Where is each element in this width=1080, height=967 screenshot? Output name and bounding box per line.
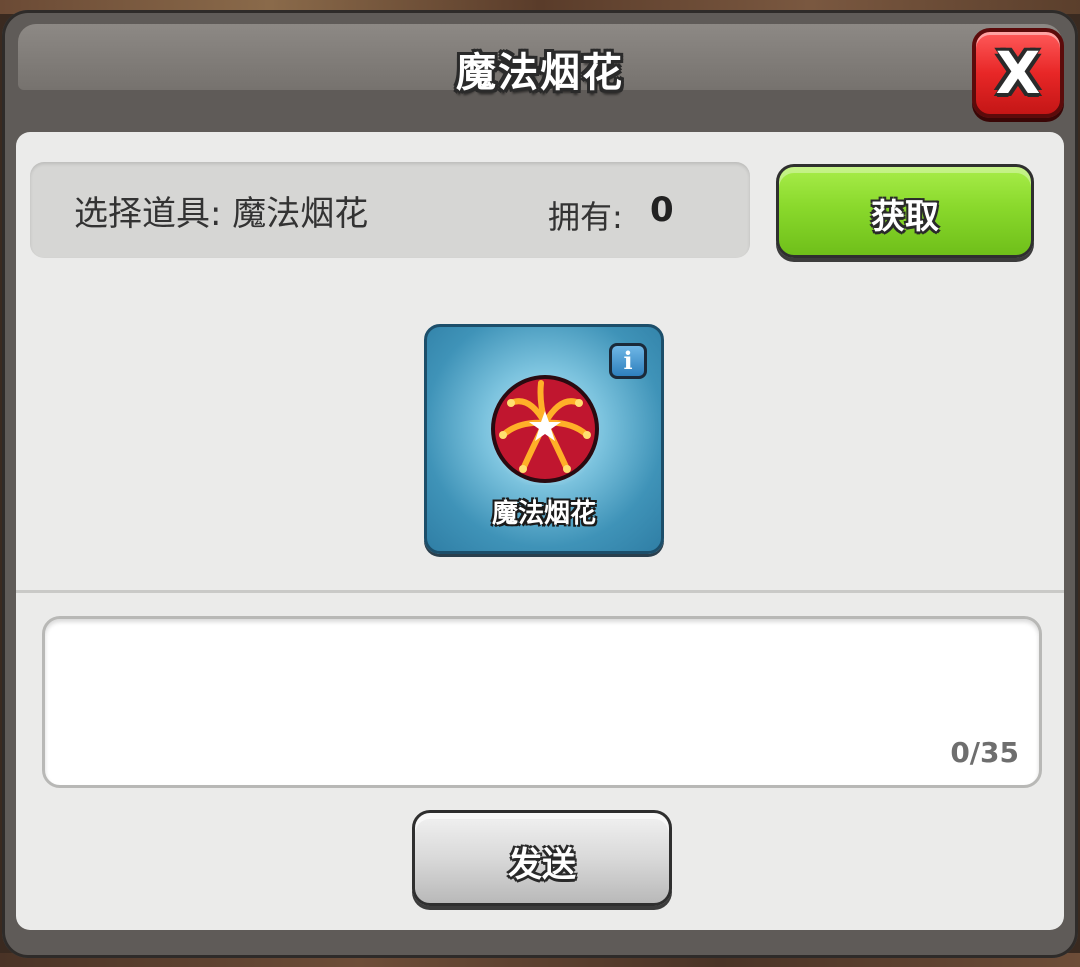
divider [16,590,1064,593]
firework-icon [491,375,599,485]
send-button[interactable]: 发送 [412,810,672,906]
item-name: 魔法烟花 [491,499,596,529]
get-button[interactable]: 获取 [776,164,1034,258]
selected-item-label: 选择道具: 魔法烟花 [74,194,369,234]
content-panel: 选择道具: 魔法烟花 拥有: 0 获取 i 魔法烟花 0/35 发送 [16,132,1064,930]
char-count: 0/35 [950,736,1019,769]
close-icon: X [995,39,1041,107]
send-button-label: 发送 [508,845,576,885]
get-button-label: 获取 [871,197,939,237]
item-card[interactable]: i 魔法烟花 [424,324,664,554]
owned-label: 拥有: [548,198,623,236]
dialog-title: 魔法烟花 [456,50,624,96]
message-input[interactable]: 0/35 [42,616,1042,788]
owned-count: 0 [650,190,674,230]
close-button[interactable]: X [972,28,1064,118]
item-selection-bar: 选择道具: 魔法烟花 拥有: 0 [30,162,750,258]
info-icon[interactable]: i [609,343,647,379]
